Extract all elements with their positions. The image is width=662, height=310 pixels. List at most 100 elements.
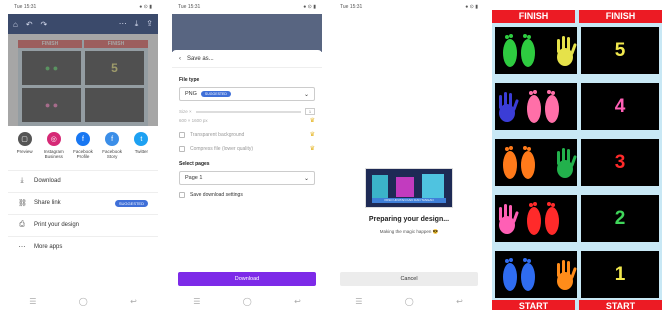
save-as-sheet: ‹ Save as... File type PNG SUGGESTED ⌄ S… <box>172 50 322 292</box>
download-button[interactable]: Download <box>178 272 316 286</box>
share-icon[interactable]: ⇪ <box>146 19 153 29</box>
handprint-icon <box>557 35 577 66</box>
share-target[interactable]: t Twitter <box>127 132 155 160</box>
status-time: Tue 15:31 <box>340 4 363 10</box>
share-targets: ▢ Preview ◎ Instagram Business f Facebook Pro… <box>8 126 158 160</box>
footprints-icon <box>527 201 559 235</box>
home-nav-icon[interactable]: ◯ <box>243 297 252 306</box>
status-time: Tue 15:31 <box>14 4 37 10</box>
select-pages-dropdown[interactable]: Page 1 ⌄ <box>179 171 315 185</box>
footprint-cell <box>495 251 577 298</box>
compress-checkbox[interactable]: Compress file (lower quality) ♛ <box>179 145 315 152</box>
undo-icon[interactable]: ↶ <box>26 20 33 29</box>
footprint-cell <box>495 195 577 242</box>
more-icon: ⋯ <box>18 244 26 252</box>
android-nav-bar: ☰ ◯ ↩ <box>172 292 322 310</box>
share-target[interactable]: ▢ Preview <box>11 132 39 160</box>
home-nav-icon[interactable]: ◯ <box>405 297 414 306</box>
share-target-label: Instagram Business <box>43 149 64 160</box>
save-settings-checkbox[interactable]: Save download settings <box>179 192 315 198</box>
handprint-icon <box>499 203 519 234</box>
save-as-header: ‹ Save as... <box>172 50 322 68</box>
editor-toolbar-dimmed <box>172 14 322 52</box>
editor-toolbar: ⌂ ↶ ↷ ⋯ ⤓ ⇪ <box>8 14 158 34</box>
board-row: 5 <box>495 27 659 74</box>
menu-item-more-apps[interactable]: ⋯ More apps <box>8 235 158 258</box>
android-nav-bar: ☰ ◯ ↩ <box>334 292 484 310</box>
share-target-label: Twitter <box>134 149 148 154</box>
footprints-icon <box>527 89 559 123</box>
twitter-icon: t <box>134 132 149 146</box>
menu-item-label: Share link <box>34 200 61 207</box>
board-number: 3 <box>614 151 626 173</box>
download-icon[interactable]: ⤓ <box>135 19 139 29</box>
size-input[interactable]: 1 <box>305 108 315 115</box>
home-nav-icon[interactable]: ◯ <box>79 297 88 306</box>
menu-item-label: Print your design <box>34 222 80 229</box>
recent-apps-icon[interactable]: ☰ <box>193 297 200 306</box>
share-menu: ⤓ Download ⛓ Share link SUGGESTED ⎙ Print your… <box>8 169 158 258</box>
footprints-icon <box>503 257 535 291</box>
status-icons: ● ⊙ ▮ <box>465 4 478 10</box>
file-type-select[interactable]: PNG SUGGESTED ⌄ <box>179 87 315 101</box>
phone-save-as-screen: Tue 15:31 ● ⊙ ▮ ‹ Save as... File type P… <box>172 0 322 310</box>
number-cell: 1 <box>581 251 659 298</box>
handprint-icon <box>557 147 577 178</box>
back-icon[interactable]: ↩ <box>294 297 301 306</box>
home-icon[interactable]: ⌂ <box>13 20 18 29</box>
share-target[interactable]: f Facebook Story <box>98 132 126 160</box>
download-icon: ⤓ <box>20 177 24 185</box>
phone-preparing-screen: Tue 15:31 ● ⊙ ▮ PASO URUTAN KAKI DAN TAN… <box>334 0 484 310</box>
menu-item-label: Download <box>34 178 61 185</box>
handprint-icon <box>557 259 577 290</box>
back-chevron-icon[interactable]: ‹ <box>179 56 181 62</box>
recent-apps-icon[interactable]: ☰ <box>355 297 362 306</box>
transparent-background-label: Transparent background <box>190 131 245 138</box>
save-settings-label: Save download settings <box>190 192 243 198</box>
board-number: 1 <box>614 263 626 285</box>
transparent-background-checkbox[interactable]: Transparent background ♛ <box>179 131 315 138</box>
footprints-icon <box>503 145 535 179</box>
instagram-icon: ◎ <box>46 132 61 146</box>
share-target[interactable]: f Facebook Profile <box>69 132 97 160</box>
number-cell: 3 <box>581 139 659 186</box>
menu-item-share-link[interactable]: ⛓ Share link SUGGESTED <box>8 191 158 214</box>
number-cell: 5 <box>581 27 659 74</box>
board-rows: 5 4 3 2 1 <box>492 27 662 298</box>
menu-item-label: More apps <box>34 244 63 251</box>
footprints-icon <box>503 33 535 67</box>
board-row: 4 <box>495 83 659 130</box>
size-slider[interactable] <box>195 110 301 113</box>
menu-item-print-your-design[interactable]: ⎙ Print your design <box>8 213 158 236</box>
suggested-badge: SUGGESTED <box>200 91 231 97</box>
number-cell: 4 <box>581 83 659 130</box>
chevron-down-icon: ⌄ <box>303 175 309 182</box>
redo-icon[interactable]: ↷ <box>41 20 48 29</box>
menu-item-download[interactable]: ⤓ Download <box>8 169 158 192</box>
facebook-icon: f <box>75 132 90 146</box>
share-sheet: ▢ Preview ◎ Instagram Business f Facebook Pro… <box>8 126 158 292</box>
size-label: Size × <box>179 109 192 114</box>
recent-apps-icon[interactable]: ☰ <box>29 297 36 306</box>
back-icon[interactable]: ↩ <box>130 297 137 306</box>
finish-label: FINISH <box>492 10 575 23</box>
chevron-down-icon: ⌄ <box>303 91 309 98</box>
back-icon[interactable]: ↩ <box>456 297 463 306</box>
share-target[interactable]: ◎ Instagram Business <box>40 132 68 160</box>
status-icons: ● ⊙ ▮ <box>139 4 152 10</box>
more-icon[interactable]: ⋯ <box>119 19 127 29</box>
handprint-icon <box>499 91 519 122</box>
hopscotch-board-design: FINISH FINISH 5 4 3 2 1 START START <box>492 10 662 310</box>
modal-backdrop[interactable] <box>8 34 158 128</box>
suggested-badge: SUGGESTED <box>114 199 148 207</box>
preparing-title: Preparing your design... <box>368 216 450 223</box>
crown-icon: ♛ <box>309 146 315 152</box>
cancel-button[interactable]: Cancel <box>340 272 478 286</box>
link-icon: ⛓ <box>18 200 27 208</box>
status-bar: Tue 15:31 ● ⊙ ▮ <box>334 0 484 14</box>
board-row: 1 <box>495 251 659 298</box>
preparing-subtitle: Making the magic happen 😎 <box>379 229 439 234</box>
share-target-label: Preview <box>16 149 33 154</box>
number-cell: 2 <box>581 195 659 242</box>
board-row: 2 <box>495 195 659 242</box>
